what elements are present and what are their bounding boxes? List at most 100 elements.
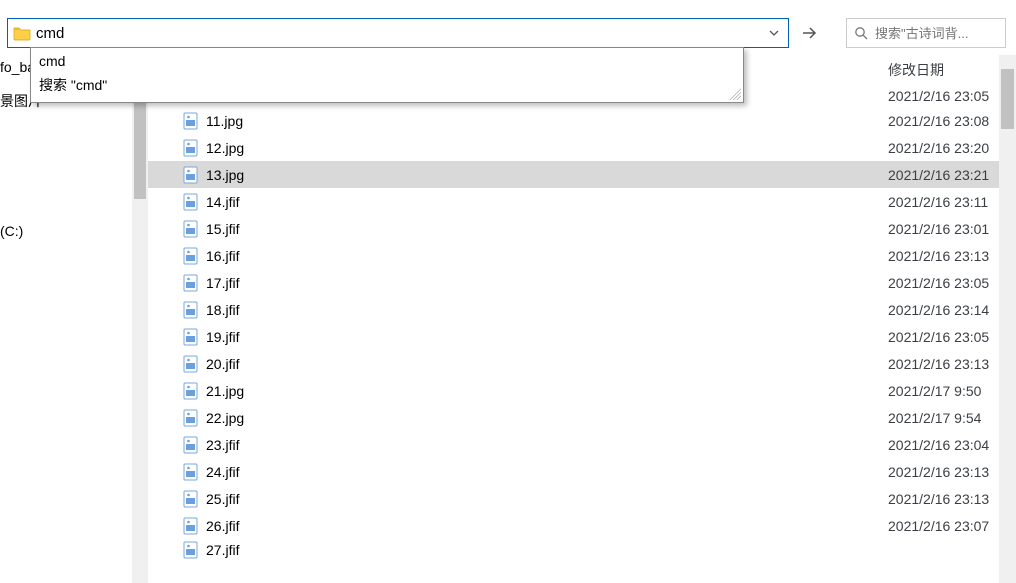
file-date: 2021/2/16 23:04 xyxy=(888,437,989,453)
image-file-icon xyxy=(182,274,200,292)
image-file-icon xyxy=(182,382,200,400)
nav-item xyxy=(0,171,132,179)
image-file-icon xyxy=(182,490,200,508)
image-file-icon xyxy=(182,463,200,481)
nav-item xyxy=(0,163,132,171)
search-icon xyxy=(847,26,875,41)
file-row[interactable]: 22.jpg 2021/2/17 9:54 xyxy=(148,404,999,431)
autocomplete-item[interactable]: 搜索 "cmd" xyxy=(31,72,743,98)
image-file-icon xyxy=(182,247,200,265)
file-row[interactable]: 20.jfif 2021/2/16 23:13 xyxy=(148,350,999,377)
file-row[interactable]: 21.jpg 2021/2/17 9:50 xyxy=(148,377,999,404)
image-file-icon xyxy=(182,517,200,535)
nav-item xyxy=(0,187,132,195)
file-row[interactable]: 11.jpg 2021/2/16 23:08 xyxy=(148,107,999,134)
file-row[interactable]: 25.jfif 2021/2/16 23:13 xyxy=(148,485,999,512)
file-date: 2021/2/16 23:13 xyxy=(888,248,989,264)
file-name: 16.jfif xyxy=(206,248,239,264)
file-name: 12.jpg xyxy=(206,140,244,156)
file-name: 18.jfif xyxy=(206,302,239,318)
image-file-icon xyxy=(182,112,200,130)
file-date: 2021/2/16 23:13 xyxy=(888,356,989,372)
folder-icon xyxy=(12,23,32,43)
file-date: 2021/2/16 23:05 xyxy=(888,88,989,104)
file-name: 21.jpg xyxy=(206,383,244,399)
file-date: 2021/2/16 23:13 xyxy=(888,491,989,507)
image-file-icon xyxy=(182,355,200,373)
resize-grip-icon[interactable] xyxy=(729,88,741,100)
image-file-icon xyxy=(182,139,200,157)
nav-item[interactable]: (C:) xyxy=(0,219,132,243)
file-row[interactable]: 14.jfif 2021/2/16 23:11 xyxy=(148,188,999,215)
chevron-down-icon[interactable] xyxy=(760,19,788,47)
nav-item xyxy=(0,155,132,163)
file-date: 2021/2/16 23:20 xyxy=(888,140,989,156)
file-row[interactable]: 13.jpg 2021/2/16 23:21 xyxy=(148,161,999,188)
search-input[interactable] xyxy=(875,26,1005,41)
autocomplete-item[interactable]: cmd xyxy=(31,50,743,72)
file-name: 23.jfif xyxy=(206,437,239,453)
file-row[interactable]: 12.jpg 2021/2/16 23:20 xyxy=(148,134,999,161)
file-name: 19.jfif xyxy=(206,329,239,345)
file-date: 2021/2/17 9:50 xyxy=(888,383,981,399)
nav-item xyxy=(0,195,132,203)
image-file-icon xyxy=(182,301,200,319)
file-date: 2021/2/16 23:05 xyxy=(888,275,989,291)
nav-item xyxy=(0,147,132,155)
file-date: 2021/2/16 23:08 xyxy=(888,113,989,129)
image-file-icon xyxy=(182,166,200,184)
file-name: 24.jfif xyxy=(206,464,239,480)
file-row[interactable]: 24.jfif 2021/2/16 23:13 xyxy=(148,458,999,485)
file-date: 2021/2/16 23:11 xyxy=(888,194,988,210)
nav-item xyxy=(0,139,132,147)
nav-item xyxy=(0,179,132,187)
file-name: 22.jpg xyxy=(206,410,244,426)
file-name: 27.jfif xyxy=(206,542,239,558)
file-name: 26.jfif xyxy=(206,518,239,534)
file-row[interactable]: 17.jfif 2021/2/16 23:05 xyxy=(148,269,999,296)
file-date: 2021/2/16 23:01 xyxy=(888,221,989,237)
image-file-icon xyxy=(182,436,200,454)
address-input[interactable] xyxy=(32,23,760,44)
image-file-icon xyxy=(182,409,200,427)
address-autocomplete: cmd 搜索 "cmd" xyxy=(30,47,744,103)
image-file-icon xyxy=(182,193,200,211)
file-name: 11.jpg xyxy=(206,113,243,129)
main-scrollbar[interactable] xyxy=(999,55,1016,583)
nav-scrollbar[interactable] xyxy=(132,55,148,583)
file-date: 2021/2/16 23:05 xyxy=(888,329,989,345)
nav-item xyxy=(0,203,132,211)
file-date: 2021/2/16 23:21 xyxy=(888,167,989,183)
nav-item xyxy=(0,115,132,123)
image-file-icon xyxy=(182,328,200,346)
search-box[interactable] xyxy=(846,18,1006,48)
file-row[interactable]: 18.jfif 2021/2/16 23:14 xyxy=(148,296,999,323)
file-row[interactable]: 15.jfif 2021/2/16 23:01 xyxy=(148,215,999,242)
go-button[interactable] xyxy=(792,18,826,48)
file-date: 2021/2/16 23:07 xyxy=(888,518,989,534)
nav-item xyxy=(0,123,132,131)
nav-item xyxy=(0,211,132,219)
file-date: 2021/2/16 23:13 xyxy=(888,464,989,480)
image-file-icon xyxy=(182,220,200,238)
file-row[interactable]: 19.jfif 2021/2/16 23:05 xyxy=(148,323,999,350)
file-date: 2021/2/17 9:54 xyxy=(888,410,981,426)
file-list-pane: 修改日期 2021/2/16 23:05 11.jpg 2021/2/16 23:… xyxy=(148,55,999,583)
file-name: 25.jfif xyxy=(206,491,239,507)
file-row[interactable]: 23.jfif 2021/2/16 23:04 xyxy=(148,431,999,458)
column-header-date[interactable]: 修改日期 xyxy=(888,60,944,80)
file-name: 20.jfif xyxy=(206,356,239,372)
address-bar[interactable] xyxy=(7,18,789,48)
file-row[interactable]: 16.jfif 2021/2/16 23:13 xyxy=(148,242,999,269)
image-file-icon xyxy=(182,541,200,559)
nav-pane: fo_bak景图片(C:) xyxy=(0,55,132,583)
nav-item xyxy=(0,131,132,139)
file-name: 17.jfif xyxy=(206,275,239,291)
scrollbar-thumb[interactable] xyxy=(1001,69,1014,129)
file-row[interactable]: 27.jfif xyxy=(148,539,999,561)
file-row[interactable]: 26.jfif 2021/2/16 23:07 xyxy=(148,512,999,539)
file-name: 14.jfif xyxy=(206,194,239,210)
file-name: 15.jfif xyxy=(206,221,239,237)
file-name: 13.jpg xyxy=(206,167,244,183)
file-date: 2021/2/16 23:14 xyxy=(888,302,989,318)
